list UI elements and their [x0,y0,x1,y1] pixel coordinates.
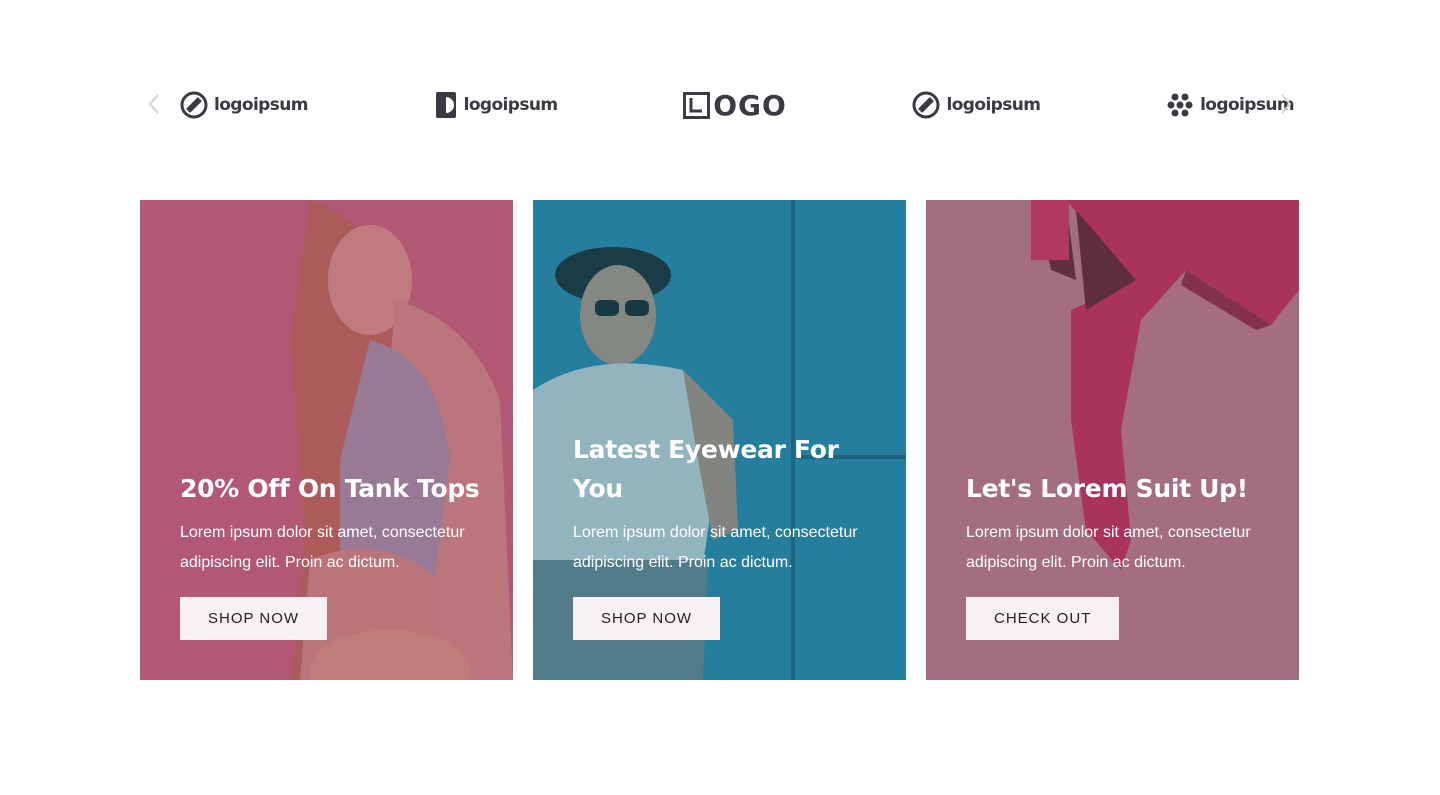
client-logo[interactable]: logoipsum [912,91,1041,119]
check-out-button[interactable]: CHECK OUT [966,597,1120,640]
logo-list: logoipsum logoipsum OGO logoipsum logoip… [180,78,1300,132]
client-logo[interactable]: OGO [683,89,787,122]
promo-card: 20% Off On Tank Tops Lorem ipsum dolor s… [140,200,513,680]
logo-text: logoipsum [214,95,308,115]
promo-card: Let's Lorem Suit Up! Lorem ipsum dolor s… [926,200,1299,680]
card-description: Lorem ipsum dolor sit amet, consectetur … [966,524,1251,571]
logo-carousel: logoipsum logoipsum OGO logoipsum logoip… [140,78,1300,132]
chevron-left-icon [148,94,159,114]
logoipsum-circle-icon [912,91,940,119]
carousel-next-button[interactable] [1272,90,1300,118]
carousel-prev-button[interactable] [140,90,168,118]
logoipsum-circle-icon [180,91,208,119]
card-description: Lorem ipsum dolor sit amet, consectetur … [180,524,465,571]
client-logo[interactable]: logoipsum [434,90,558,120]
logo-text: logoipsum [946,95,1041,115]
card-title: Latest Eyewear For You [573,435,839,503]
logoipsum-flower-icon [1167,93,1193,117]
card-content: Let's Lorem Suit Up! Lorem ipsum dolor s… [966,469,1269,640]
card-title: 20% Off On Tank Tops [180,474,480,503]
logo-text: OGO [713,88,787,122]
logoipsum-half-icon [435,92,456,118]
promo-card: Latest Eyewear For You Lorem ipsum dolor… [533,200,906,680]
promo-cards: 20% Off On Tank Tops Lorem ipsum dolor s… [140,200,1300,680]
card-description: Lorem ipsum dolor sit amet, consectetur … [573,524,858,571]
card-content: 20% Off On Tank Tops Lorem ipsum dolor s… [180,469,483,640]
chevron-right-icon [1281,94,1292,114]
shop-now-button[interactable]: SHOP NOW [180,597,328,640]
logo-square-l-icon [683,91,711,119]
logo-text: logoipsum [463,95,558,115]
card-title: Let's Lorem Suit Up! [966,474,1248,503]
client-logo[interactable]: logoipsum [180,91,308,119]
shop-now-button[interactable]: SHOP NOW [573,597,721,640]
card-content: Latest Eyewear For You Lorem ipsum dolor… [573,430,876,640]
